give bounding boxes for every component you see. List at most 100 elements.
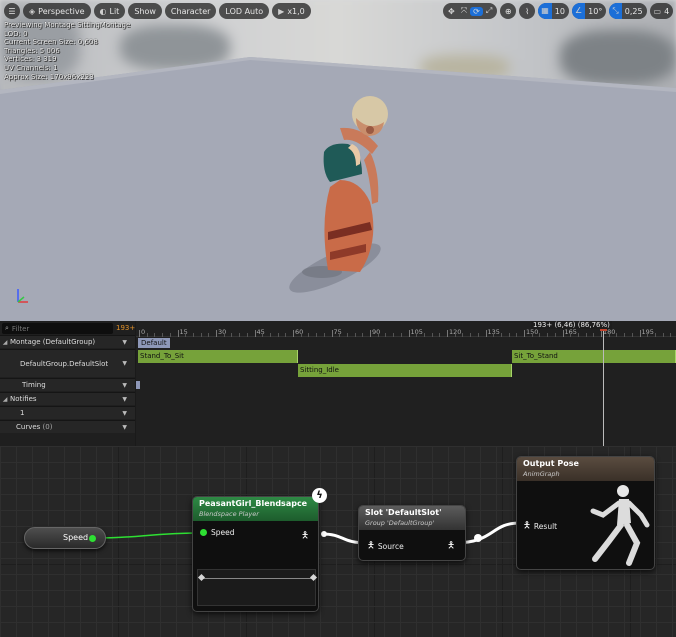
ruler-minor-tick (654, 333, 656, 337)
slot-pose-output-pin[interactable]: 🯅 (447, 538, 458, 554)
ruler-minor-tick (308, 333, 310, 337)
ruler-minor-tick (362, 333, 364, 337)
collapse-arrow-icon[interactable]: ◢ (0, 339, 10, 346)
chevron-down-icon[interactable]: ▼ (122, 382, 127, 389)
blendspace-sample-point (197, 573, 206, 582)
viewport-toolbar-left: ☰ ◈ Perspective ◐ Lit Show Character LOD A… (4, 2, 314, 20)
lit-button[interactable]: ◐ Lit (93, 3, 126, 19)
camera-speed-value: 4 (664, 6, 670, 16)
pin-label: Speed (211, 528, 235, 537)
character-button[interactable]: Character (164, 3, 217, 19)
speed-variable-node[interactable]: Speed (24, 527, 106, 549)
speed-output-pin[interactable] (89, 535, 96, 542)
anim-graph-canvas[interactable]: Speed PeasantGirl_Blendsapce Blendspace … (0, 446, 676, 637)
grid-snap-button[interactable]: ▦ 10 (538, 3, 569, 19)
ruler-minor-tick (508, 333, 510, 337)
segment-sitting-idle[interactable]: Sitting_Idle (298, 364, 512, 377)
ruler-tick-label: 0 (141, 328, 146, 336)
pose-pin-icon: 🯅 (301, 531, 309, 541)
ruler-tick (408, 330, 410, 337)
ruler-minor-tick (608, 333, 610, 337)
ruler-minor-tick (454, 333, 456, 337)
scale-snap-icon: ⤡ (609, 3, 622, 19)
angle-icon: ∠ (571, 3, 586, 19)
segment-sit-to-stand[interactable]: Sit_To_Stand (512, 350, 676, 363)
axis-gizmo-icon (17, 289, 28, 303)
playhead-line (603, 321, 604, 446)
slot-node-header[interactable]: Slot 'DefaultSlot' Group 'DefaultGroup' (359, 506, 465, 530)
track-label: 1 (20, 409, 25, 417)
scale-icon[interactable]: ⤢ (483, 6, 495, 16)
rotation-snap-value: 10° (588, 6, 603, 16)
ruler-minor-tick (462, 333, 464, 337)
chevron-down-icon[interactable]: ▼ (122, 396, 127, 403)
ruler-minor-tick (431, 333, 433, 337)
world-local-button[interactable]: ⊕ (500, 3, 517, 19)
character-mesh[interactable] (300, 92, 410, 282)
lod-button[interactable]: LOD Auto (219, 3, 270, 19)
ruler-minor-tick (377, 333, 379, 337)
chevron-down-icon[interactable]: ▼ (122, 339, 127, 346)
playback-speed-button[interactable]: ▶ x1,0 (272, 3, 311, 19)
blendspace-node-subtitle: Blendspace Player (199, 510, 259, 518)
rotate-icon[interactable]: ⟳ (470, 6, 483, 16)
select-icon[interactable]: ✥ (445, 7, 458, 16)
output-node-header[interactable]: Output Pose AnimGraph (517, 457, 654, 481)
track-notify-1[interactable]: 1 ▼ (0, 406, 135, 419)
ruler-minor-tick (631, 333, 633, 337)
ruler-tick (331, 330, 333, 337)
ruler-minor-tick (554, 333, 556, 337)
ruler-minor-tick (585, 333, 587, 337)
perspective-button[interactable]: ◈ Perspective (23, 3, 91, 19)
blendspace-sample-point (309, 573, 318, 582)
blendspace-pose-output-pin[interactable]: 🯅 (301, 528, 312, 544)
chevron-down-icon[interactable]: ▼ (122, 360, 127, 367)
track-timing[interactable]: Timing ▼ (0, 378, 135, 391)
ruler-minor-tick (323, 333, 325, 337)
output-node-subtitle: AnimGraph (523, 470, 560, 478)
speed-input-pin[interactable]: Speed (200, 528, 235, 537)
chevron-down-icon[interactable]: ▼ (122, 424, 127, 431)
show-button[interactable]: Show (128, 3, 162, 19)
slot-node[interactable]: Slot 'DefaultSlot' Group 'DefaultGroup' … (358, 505, 466, 561)
blendspace-node-header[interactable]: PeasantGirl_Blendsapce Blendspace Player (193, 497, 318, 521)
surface-snap-button[interactable]: ⌇ (519, 3, 536, 19)
scale-snap-button[interactable]: ⤡ 0,25 (609, 3, 647, 19)
preview-viewport[interactable]: ☰ ◈ Perspective ◐ Lit Show Character LOD A… (0, 0, 676, 321)
rotation-snap-button[interactable]: ∠ 10° (571, 3, 607, 19)
collapse-arrow-icon[interactable]: ◢ (0, 396, 10, 403)
ruler-minor-tick (169, 333, 171, 337)
source-input-pin[interactable]: 🯅 Source (367, 538, 404, 554)
ruler-minor-tick (547, 333, 549, 337)
ruler-minor-tick (423, 333, 425, 337)
ruler-minor-tick (662, 333, 664, 337)
timing-marker[interactable] (136, 381, 140, 389)
globe-icon: ⊕ (504, 6, 512, 16)
blendspace-preview (197, 569, 318, 606)
track-curves[interactable]: Curves (0) ▼ (0, 420, 135, 433)
track-notifies[interactable]: ◢ Notifies ▼ (0, 392, 135, 405)
chevron-down-icon[interactable]: ▼ (122, 410, 127, 417)
track-montage-group[interactable]: ◢ Montage (DefaultGroup) ▼ (0, 335, 135, 348)
stats-line: Approx Size: 170x96x223 (4, 72, 94, 81)
stats-line: Vertices: 3 319 (4, 55, 57, 64)
filter-input[interactable]: ⌕ Filter (2, 323, 113, 334)
ruler-minor-tick (192, 333, 194, 337)
slot-node-title: Slot 'DefaultSlot' (365, 508, 442, 517)
ruler-minor-tick (500, 333, 502, 337)
ruler-minor-tick (154, 333, 156, 337)
timeline-area[interactable]: 0153045607590105120135150165180195210 De… (136, 321, 676, 446)
ruler-minor-tick (346, 333, 348, 337)
section-label-default[interactable]: Default (138, 338, 170, 348)
result-input-pin[interactable]: 🯅 Result (523, 518, 557, 534)
camera-speed-button[interactable]: ▭ 4 (649, 3, 674, 19)
segment-stand-to-sit[interactable]: Stand_To_Sit (138, 350, 298, 363)
output-pose-node[interactable]: Output Pose AnimGraph 🯅 Result (516, 456, 655, 570)
ruler-minor-tick (285, 333, 287, 337)
track-default-slot[interactable]: DefaultGroup.DefaultSlot ▼ (0, 349, 135, 377)
viewport-menu-button[interactable]: ☰ (4, 3, 20, 19)
translate-icon[interactable]: ⤧ (458, 6, 470, 16)
stats-line: Previewing Montage SittingMontage (4, 21, 131, 29)
perspective-icon: ◈ (29, 6, 36, 16)
blendspace-player-node[interactable]: PeasantGirl_Blendsapce Blendspace Player… (192, 496, 319, 612)
